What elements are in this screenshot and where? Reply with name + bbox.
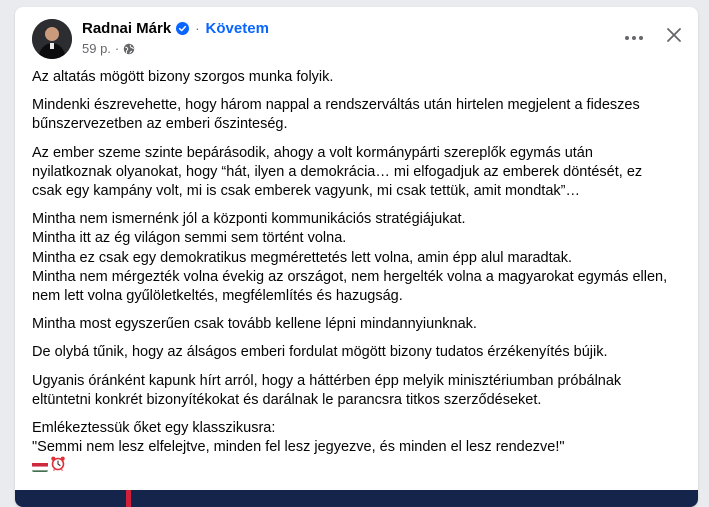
- post-timestamp[interactable]: 59 p.: [82, 41, 111, 56]
- text-line: Mintha most egyszerűen csak tovább kelle…: [32, 316, 477, 333]
- text-line: nyilatkoznak olyanokat, hogy “hát, ilyen…: [32, 163, 643, 180]
- meta-separator: ·: [114, 41, 120, 56]
- text-line: Emlékeztessük őket egy klasszikusra:: [32, 420, 276, 437]
- text-line: Mindenki észrevehette, hogy három nappal…: [32, 97, 640, 114]
- emoji-row: [32, 455, 687, 477]
- post-card: Radnai Márk · Követem 59 p. · Az altatás…: [15, 7, 698, 507]
- text-line: De olybá tűnik, hogy az álságos emberi f…: [32, 344, 608, 361]
- text-line: Mintha nem mérgezték volna évekig az ors…: [32, 268, 668, 285]
- close-button[interactable]: [658, 21, 690, 53]
- author-name[interactable]: Radnai Márk: [82, 20, 171, 37]
- text-line: eltüntetni konkrét bizonyítékokat és dar…: [32, 391, 542, 408]
- text-line: Az ember szeme szinte bepárásodik, ahogy…: [32, 144, 593, 161]
- text-line: bűnszervezetben az emberi őszinteség.: [32, 116, 288, 133]
- paragraph: Emlékeztessük őket egy klasszikusra: "Se…: [32, 419, 687, 457]
- follow-button[interactable]: Követem: [206, 20, 269, 37]
- alarm-clock-icon: [50, 455, 66, 477]
- post-meta: 59 p. ·: [82, 41, 135, 56]
- close-icon: [666, 27, 682, 48]
- text-line: Ugyanis óránként kapunk hírt arról, hogy…: [32, 372, 622, 389]
- text-line: Az altatás mögött bizony szorgos munka f…: [32, 69, 334, 85]
- text-line: Mintha itt az ég világon semmi sem törté…: [32, 230, 347, 247]
- post-header: Radnai Márk · Követem 59 p. ·: [15, 7, 698, 59]
- more-options-button[interactable]: [618, 21, 650, 53]
- paragraph: Az ember szeme szinte bepárásodik, ahogy…: [32, 144, 687, 202]
- text-line: Mintha nem ismernénk jól a központi komm…: [32, 211, 466, 228]
- globe-icon[interactable]: [123, 43, 135, 55]
- author-row: Radnai Márk · Követem: [82, 20, 269, 37]
- text-line: nem lett volna gyűlöletkeltés, megféleml…: [32, 288, 403, 305]
- text-line: Mintha ez csak egy demokratikus megméret…: [32, 249, 572, 266]
- post-body: Az altatás mögött bizony szorgos munka f…: [32, 68, 687, 474]
- paragraph: Mindenki észrevehette, hogy három nappal…: [32, 96, 687, 134]
- author-avatar[interactable]: [32, 19, 72, 59]
- text-line: csak egy kampány volt, mi is csak embere…: [32, 183, 580, 200]
- paragraph: De olybá tűnik, hogy az álságos emberi f…: [32, 343, 687, 362]
- paragraph: Mintha most egyszerűen csak tovább kelle…: [32, 315, 687, 334]
- paragraph: Ugyanis óránként kapunk hírt arról, hogy…: [32, 372, 687, 410]
- more-options-icon: [624, 28, 644, 46]
- hungarian-flag-icon: [32, 461, 48, 472]
- name-separator: ·: [195, 21, 200, 36]
- paragraph: Mintha nem ismernénk jól a központi komm…: [32, 210, 687, 306]
- verified-badge-icon: [176, 22, 190, 35]
- post-image-top-edge[interactable]: [15, 490, 698, 507]
- text-line: "Semmi nem lesz elfelejtve, minden fel l…: [32, 439, 565, 456]
- image-red-stripe: [126, 490, 131, 507]
- paragraph: Az altatás mögött bizony szorgos munka f…: [32, 68, 687, 87]
